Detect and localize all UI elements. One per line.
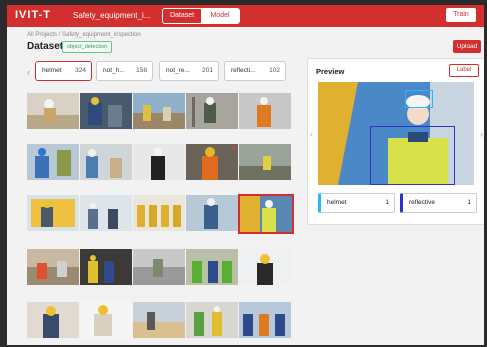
class-count: 102 [269,67,280,74]
project-type-badge: object_detection [62,41,113,53]
dataset-thumbnail[interactable] [80,195,132,231]
dataset-thumbnail[interactable] [80,302,132,338]
dataset-thumbnail[interactable] [186,302,238,338]
dataset-thumbnail[interactable] [186,195,238,231]
page-title: Dataset [27,41,64,52]
dataset-thumbnail[interactable] [133,93,185,129]
dataset-thumbnail[interactable] [80,144,132,180]
class-count: 201 [202,67,213,74]
legend-count: 1 [385,199,389,206]
dataset-thumbnail[interactable]: ♥ [186,144,238,180]
dataset-thumbnail[interactable] [80,93,132,129]
dataset-thumbnail[interactable] [133,302,185,338]
dataset-thumbnail[interactable] [133,144,185,180]
upload-button[interactable]: Upload [453,40,481,53]
dataset-thumbnail-selected[interactable] [238,194,294,234]
chevron-left-icon[interactable]: ‹ [27,67,30,77]
class-name: not_h... [103,67,125,74]
dataset-thumbnail[interactable] [239,144,291,180]
label-button[interactable]: Label [449,64,479,77]
dataset-thumbnail[interactable] [27,195,79,231]
dataset-thumbnail[interactable] [27,302,79,338]
dataset-thumbnail[interactable] [27,249,79,285]
dataset-thumbnail[interactable] [133,249,185,285]
app-logo: IVIT-T [15,9,51,21]
legend-name: helmet [327,199,347,206]
app-window: IVIT-T Safety_equipment_i... Dataset Mod… [7,5,484,345]
legend-helmet[interactable]: helmet 1 [318,193,395,213]
dataset-thumbnail[interactable] [239,302,291,338]
dataset-thumbnail[interactable] [133,195,185,231]
dataset-thumbnail[interactable] [186,249,238,285]
preview-title: Preview [316,67,345,76]
dataset-thumbnail[interactable] [186,93,238,129]
chevron-left-icon[interactable]: ‹ [310,129,313,139]
class-chip-not-helmet[interactable]: not_h... 158 [96,61,153,81]
favorite-icon[interactable]: ♥ [232,145,236,152]
dataset-thumbnail[interactable] [27,144,79,180]
dataset-thumbnail[interactable] [239,249,291,285]
project-title: Safety_equipment_i... [73,11,151,20]
legend-reflective[interactable]: reflective 1 [400,193,477,213]
train-button[interactable]: Train [446,8,476,22]
class-count: 324 [75,67,86,74]
bounding-box-reflective [370,126,455,185]
view-switch: Dataset Model [162,8,240,24]
preview-image [318,82,474,185]
class-count: 158 [136,67,147,74]
bounding-box-helmet [405,90,433,108]
legend-count: 1 [467,199,471,206]
tab-model[interactable]: Model [201,9,239,23]
preview-panel: Preview Label ‹ › helmet 1 reflective 1 [307,58,484,225]
class-chip-not-reflective[interactable]: not_re... 201 [159,61,219,81]
breadcrumb[interactable]: All Projects / Safety_equipment_inspecti… [27,32,141,38]
top-bar: IVIT-T Safety_equipment_i... Dataset Mod… [7,5,484,27]
dataset-thumbnail[interactable] [80,249,132,285]
chevron-right-icon[interactable]: › [480,129,483,139]
class-name: reflecti... [231,67,256,74]
class-name: helmet [42,67,62,74]
class-chip-helmet[interactable]: helmet 324 [35,61,92,81]
legend-name: reflective [409,199,436,206]
tab-dataset[interactable]: Dataset [163,9,201,23]
dataset-thumbnail[interactable] [27,93,79,129]
dataset-thumbnail[interactable] [239,93,291,129]
class-name: not_re... [166,67,190,74]
class-chip-reflective[interactable]: reflecti... 102 [224,61,286,81]
